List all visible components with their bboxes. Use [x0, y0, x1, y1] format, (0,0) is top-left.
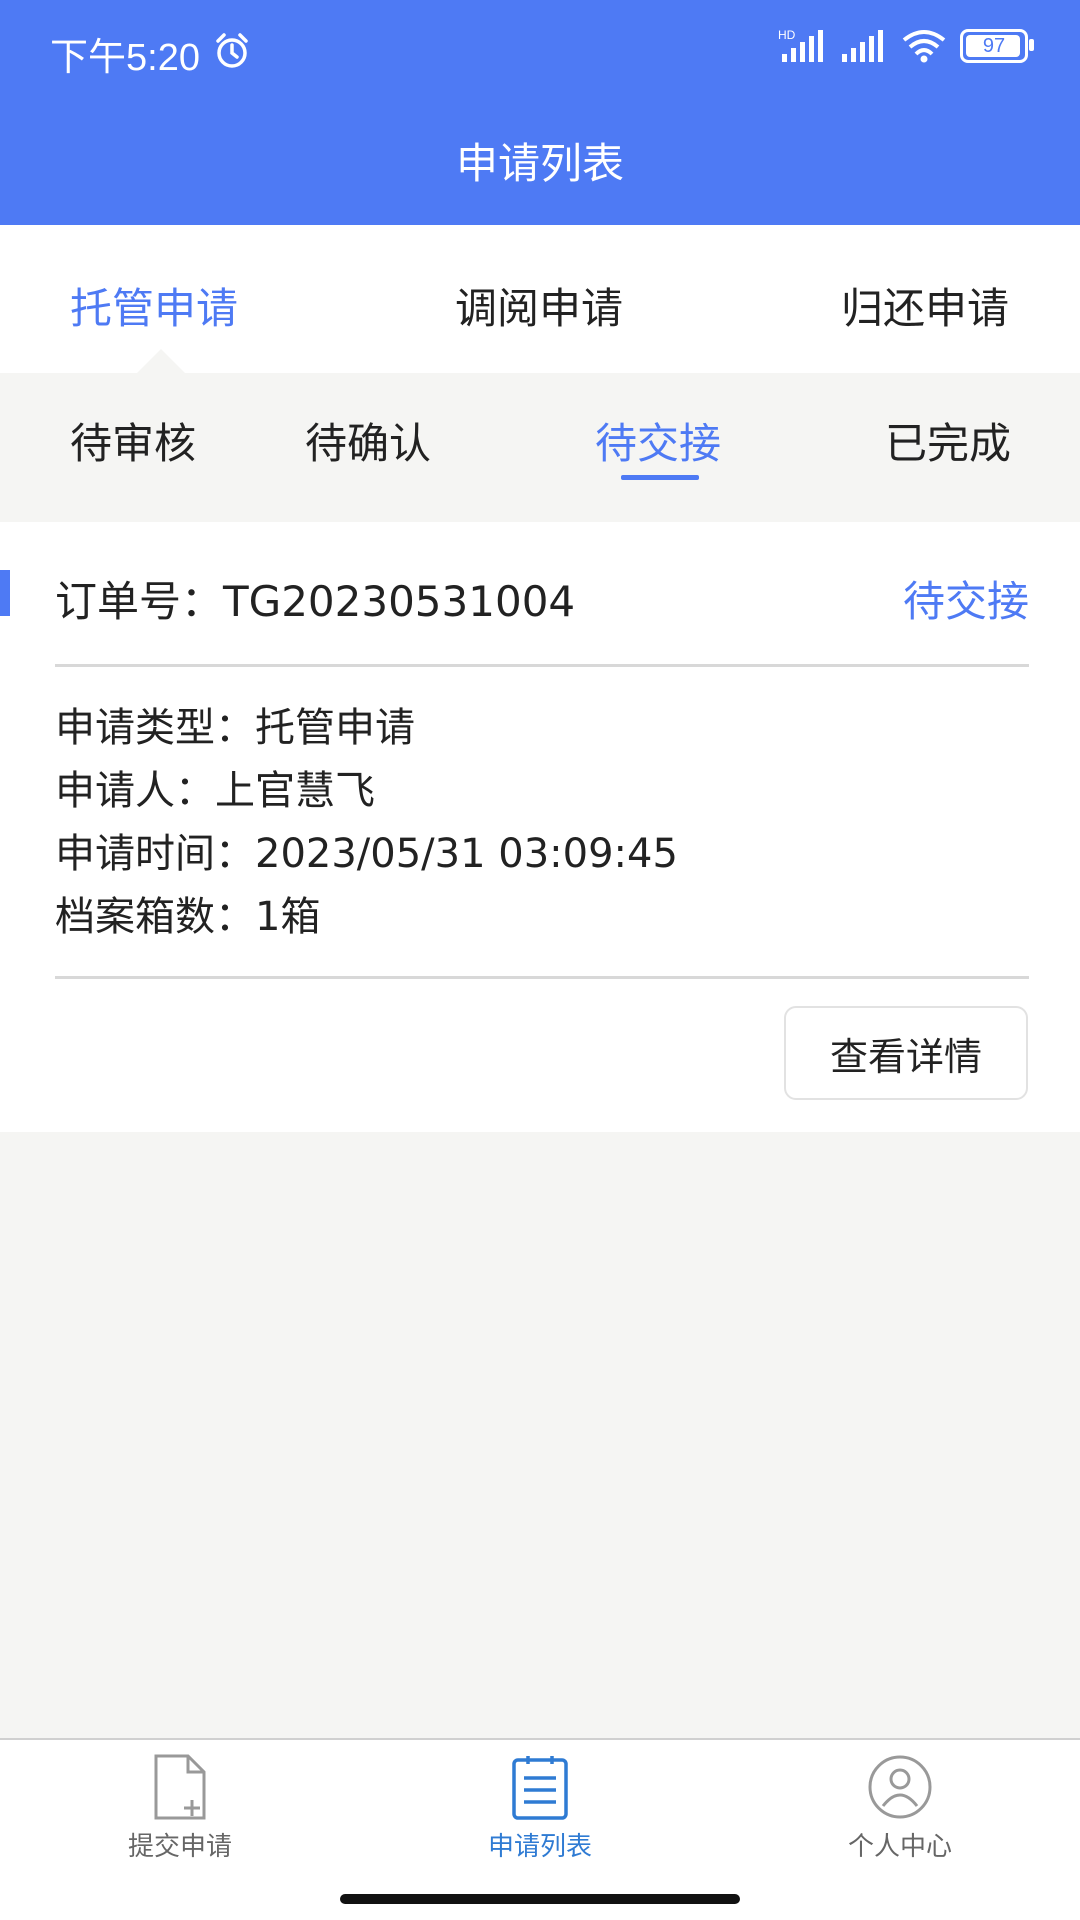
tab-pending-review[interactable]: 待审核 [70, 410, 196, 471]
list-icon [512, 1756, 568, 1820]
nav-label: 提交申请 [127, 1832, 232, 1862]
nav-submit-application[interactable]: 提交申请 [70, 1752, 290, 1863]
user-icon [868, 1755, 932, 1819]
card-accent-marker [0, 570, 10, 616]
active-tab-pointer [135, 349, 187, 375]
application-type: 申请类型：托管申请 [55, 705, 415, 751]
order-number: 订单号：TG20230531004 [55, 577, 576, 626]
applicant: 申请人：上官慧飞 [55, 768, 375, 814]
divider [55, 664, 1029, 667]
divider [55, 976, 1029, 979]
order-card: 订单号：TG20230531004 待交接 申请类型：托管申请 申请人：上官慧飞… [0, 522, 1080, 1132]
wifi-icon [902, 30, 946, 63]
order-status: 待交接 [902, 577, 1029, 626]
tab-return[interactable]: 归还申请 [841, 275, 1009, 336]
application-time: 申请时间：2023/05/31 03:09:45 [55, 831, 678, 877]
tab-pending-handover[interactable]: 待交接 [595, 410, 721, 471]
page-title: 申请列表 [455, 139, 624, 188]
home-indicator[interactable] [340, 1894, 740, 1904]
tab-retrieval[interactable]: 调阅申请 [455, 275, 623, 336]
nav-label: 申请列表 [487, 1832, 592, 1862]
alarm-icon [216, 33, 248, 68]
view-details-button[interactable]: 查看详情 [784, 1006, 1028, 1100]
signal-icon-2 [842, 30, 883, 62]
status-icons: HD 97 [778, 28, 1034, 64]
bottom-nav: 提交申请 申请列表 个人中心 [0, 1738, 1080, 1920]
box-count: 档案箱数：1箱 [55, 894, 321, 940]
tab-pending-confirm[interactable]: 待确认 [305, 410, 431, 471]
app-header: 下午5:20 HD 97 申请列表 [0, 0, 1080, 225]
signal-icon: HD [778, 28, 823, 62]
active-tab-underline [621, 475, 699, 480]
status-time: 下午5:20 [50, 37, 200, 79]
tab-custody[interactable]: 托管申请 [70, 275, 238, 336]
battery-icon: 97 [960, 29, 1034, 63]
hd-label: HD [778, 28, 796, 42]
nav-personal-center[interactable]: 个人中心 [790, 1752, 1010, 1863]
file-add-icon [154, 1754, 206, 1820]
nav-application-list[interactable]: 申请列表 [430, 1752, 650, 1863]
battery-level: 97 [982, 34, 1006, 57]
status-tabs: 待审核 待确认 待交接 已完成 [0, 373, 1080, 521]
tab-completed[interactable]: 已完成 [885, 410, 1011, 471]
nav-label: 个人中心 [847, 1832, 952, 1862]
